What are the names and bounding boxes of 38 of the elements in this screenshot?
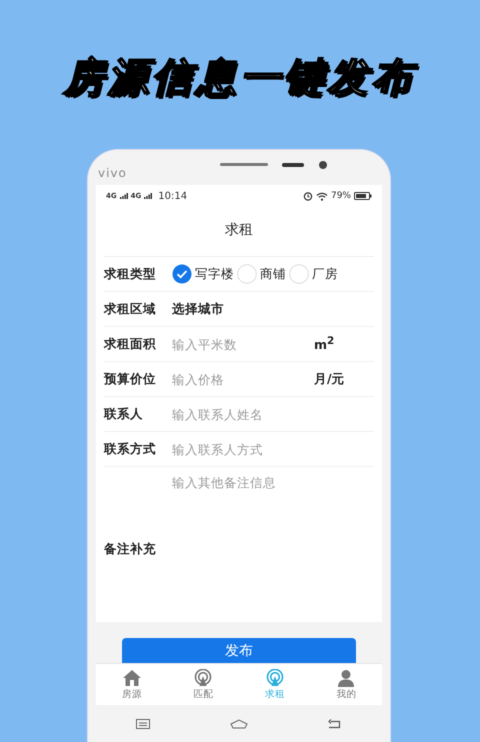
back-icon[interactable] xyxy=(328,718,342,728)
battery-percent: 79% xyxy=(330,191,351,201)
wifi-icon xyxy=(316,192,328,200)
radio-option[interactable]: 厂房 xyxy=(289,264,338,284)
menu-icon[interactable] xyxy=(136,718,150,728)
brand-label: vivo xyxy=(98,166,127,180)
speaker-icon xyxy=(220,163,268,166)
tab[interactable]: 求租 xyxy=(250,664,300,705)
field-label: 求租区域 xyxy=(104,300,157,318)
field-label: 预算价位 xyxy=(104,370,157,388)
page-title: 求租 xyxy=(104,207,374,257)
unit-label: 月/元 xyxy=(314,370,345,388)
sensor-icon xyxy=(282,163,304,167)
person-icon xyxy=(336,668,356,686)
camera-icon xyxy=(319,161,327,169)
field-label: 求租面积 xyxy=(104,336,157,352)
field-label: 求租类型 xyxy=(104,266,157,282)
field-label: 联系人 xyxy=(104,406,144,422)
home-icon[interactable] xyxy=(230,718,248,728)
radio-option[interactable]: 写字楼 xyxy=(172,264,234,284)
alarm-icon xyxy=(302,191,313,201)
tab[interactable]: 匹配 xyxy=(178,664,228,705)
field-label: 联系方式 xyxy=(104,440,157,458)
publish-button[interactable]: 发布 xyxy=(122,638,356,663)
signal-icon xyxy=(120,193,128,199)
antenna-icon xyxy=(264,668,285,686)
radio-option[interactable]: 商铺 xyxy=(237,264,286,284)
battery-icon xyxy=(354,192,372,200)
tab[interactable]: 房源 xyxy=(106,664,157,705)
unit-label: m$^{2}$ xyxy=(314,335,334,353)
city-select[interactable]: 选择城市 xyxy=(172,300,224,318)
antenna-icon xyxy=(193,668,214,686)
signal-icon xyxy=(144,193,152,199)
headline: 房源信息一键发布 xyxy=(64,53,416,103)
status-time: 10:14 xyxy=(158,190,188,202)
field-label: 备注补充 xyxy=(104,541,157,558)
tab[interactable]: 我的 xyxy=(321,664,372,705)
house-icon xyxy=(122,668,142,686)
